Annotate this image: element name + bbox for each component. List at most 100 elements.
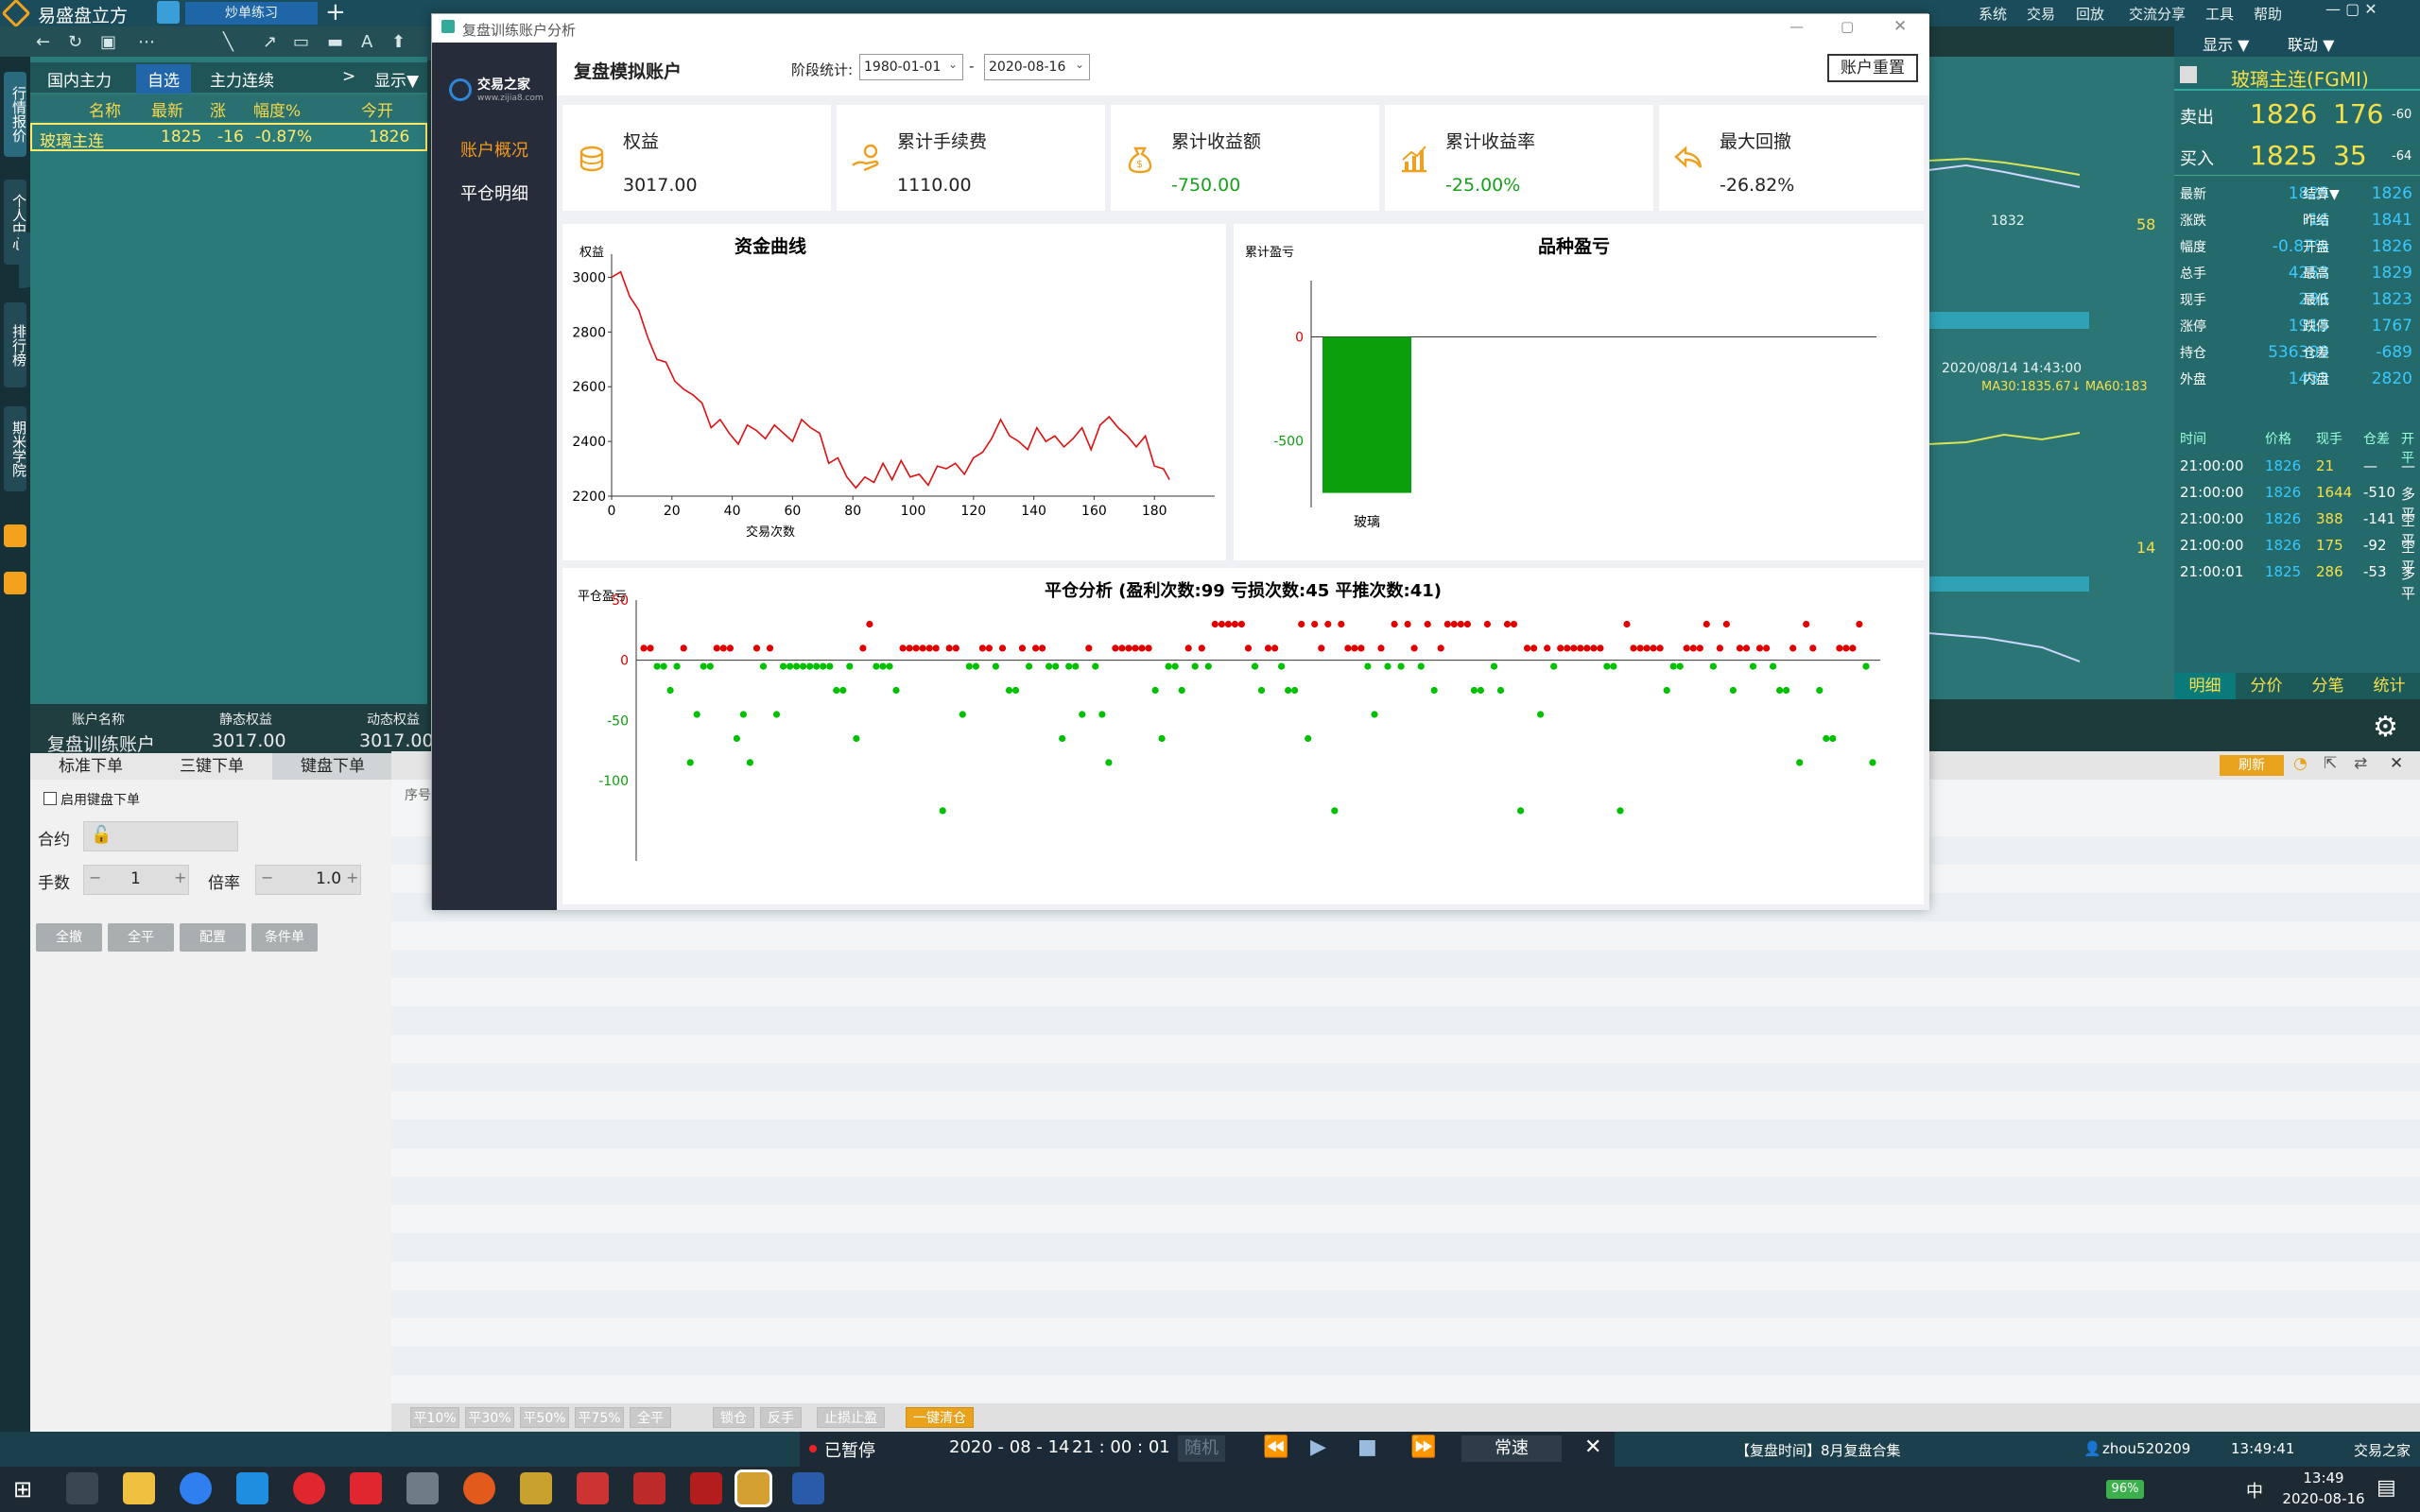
lock-position-button[interactable]: 锁仓: [713, 1407, 754, 1428]
ime-indicator[interactable]: 中: [2246, 1478, 2263, 1503]
more-arrow[interactable]: >: [342, 67, 355, 86]
line-tool-icon[interactable]: ╲: [223, 32, 233, 52]
arrow-up-icon[interactable]: ⬆: [391, 32, 406, 52]
trading-app-icon[interactable]: [520, 1472, 552, 1504]
taskbar-date[interactable]: 2020-08-16: [2274, 1490, 2373, 1507]
rewind-icon[interactable]: ⏪: [1263, 1435, 1288, 1459]
browser-app-icon[interactable]: [463, 1472, 495, 1504]
tab-favorites[interactable]: 自选: [136, 64, 191, 94]
calculator-icon[interactable]: [406, 1472, 439, 1504]
account-reset-button[interactable]: 账户重置: [1827, 54, 1918, 82]
close-all-button[interactable]: 全平: [108, 923, 174, 952]
alert-icon[interactable]: [4, 524, 26, 547]
audio-app-icon[interactable]: [350, 1472, 382, 1504]
watchlist-row[interactable]: 玻璃主连 1825 -16 -0.87% 1826: [30, 123, 427, 151]
settings-gear-icon[interactable]: ⚙: [2373, 711, 2407, 745]
file-explorer-icon[interactable]: [123, 1472, 155, 1504]
refresh-icon[interactable]: ↻: [68, 32, 82, 52]
col-last[interactable]: 最新: [151, 97, 183, 121]
vtab-academy[interactable]: 期米学院: [4, 406, 27, 491]
tab-three-key-order[interactable]: 三键下单: [151, 753, 272, 780]
word-icon[interactable]: [792, 1472, 824, 1504]
close-30-button[interactable]: 平30%: [465, 1407, 514, 1428]
clock-app-icon[interactable]: [180, 1472, 212, 1504]
multiplier-plus-icon[interactable]: +: [346, 868, 358, 886]
display-dropdown[interactable]: 显示▼: [374, 67, 419, 91]
monitor-icon[interactable]: [4, 572, 26, 594]
col-change[interactable]: 涨: [210, 97, 226, 121]
dialog-close-icon[interactable]: ✕: [1893, 17, 1907, 36]
wh-app-icon[interactable]: [633, 1472, 666, 1504]
lots-value[interactable]: 1: [130, 869, 141, 888]
save-icon[interactable]: ▣: [100, 32, 116, 52]
tab-keyboard-order[interactable]: 键盘下单: [272, 753, 393, 780]
new-tab-icon[interactable]: +: [325, 0, 346, 26]
fast-forward-icon[interactable]: ⏩: [1410, 1435, 1436, 1459]
stop-icon[interactable]: ■: [1357, 1435, 1377, 1459]
back-icon[interactable]: ←: [36, 32, 50, 52]
rect-tool-icon[interactable]: ▭: [293, 32, 309, 52]
end-date-chevron-icon[interactable]: ⌄: [1075, 58, 1084, 71]
reverse-button[interactable]: 反手: [760, 1407, 802, 1428]
close-10-button[interactable]: 平10%: [410, 1407, 459, 1428]
dialog-maximize-icon[interactable]: ▢: [1841, 18, 1854, 35]
lots-plus-icon[interactable]: +: [174, 868, 186, 886]
pie-icon[interactable]: ◔: [2293, 754, 2308, 773]
random-button[interactable]: 随机: [1178, 1435, 1225, 1462]
keyboard-order-checkbox[interactable]: [43, 792, 57, 805]
windows-start-icon[interactable]: ⊞: [13, 1476, 32, 1503]
replay-date[interactable]: 2020 - 08 - 14: [949, 1437, 1070, 1457]
close-replay-icon[interactable]: ✕: [1584, 1435, 1601, 1459]
start-date-chevron-icon[interactable]: ⌄: [948, 58, 958, 71]
vtab-ranking[interactable]: 排行榜: [4, 302, 27, 387]
edge-icon[interactable]: [236, 1472, 268, 1504]
task-view-icon[interactable]: [66, 1472, 98, 1504]
config-button[interactable]: 配置: [180, 923, 246, 952]
tab-detail[interactable]: 明细: [2174, 673, 2236, 699]
multiplier-minus-icon[interactable]: −: [261, 868, 273, 886]
chart-app-icon[interactable]: [690, 1472, 722, 1504]
link-menu[interactable]: 联动 ▼: [2288, 32, 2334, 55]
close-50-button[interactable]: 平50%: [520, 1407, 569, 1428]
netease-music-icon[interactable]: [293, 1472, 325, 1504]
text-tool-icon[interactable]: A: [361, 32, 372, 52]
seq-header[interactable]: 序号: [405, 785, 431, 804]
close-all-small-button[interactable]: 全平: [630, 1407, 671, 1428]
menu-share[interactable]: 交流分享: [2129, 4, 2186, 24]
lots-minus-icon[interactable]: −: [89, 868, 101, 886]
panel-close-icon[interactable]: ✕: [2390, 754, 2403, 773]
bid-row[interactable]: 买入 1825 35 -64: [2174, 138, 2420, 176]
active-trading-app-icon[interactable]: [735, 1469, 772, 1507]
ask-row[interactable]: 卖出 1826 176 -60: [2174, 96, 2420, 134]
vtab-quotes[interactable]: 行情报价: [4, 72, 27, 157]
minus-icon[interactable]: [2180, 66, 2197, 83]
tab-domestic-main[interactable]: 国内主力: [47, 67, 112, 91]
dialog-minimize-icon[interactable]: —: [1789, 18, 1804, 35]
taskbar-time[interactable]: 13:49: [2286, 1469, 2361, 1486]
tab-continuous[interactable]: 主力连续: [210, 67, 274, 91]
red-app-icon[interactable]: [577, 1472, 609, 1504]
popout-icon[interactable]: ⇱: [2324, 754, 2337, 773]
col-name[interactable]: 名称: [89, 97, 121, 121]
col-pct[interactable]: 幅度%: [253, 97, 301, 121]
lock-icon[interactable]: 🔓: [91, 825, 112, 845]
tab-ticks[interactable]: 分笔: [2297, 673, 2359, 699]
battery-badge[interactable]: 96%: [2106, 1480, 2144, 1499]
menu-help[interactable]: 帮助: [2254, 4, 2282, 24]
tab-stats[interactable]: 统计: [2359, 673, 2420, 699]
menu-system[interactable]: 系统: [1979, 4, 2007, 24]
multiplier-value[interactable]: 1.0: [316, 869, 341, 888]
speed-select[interactable]: 常速: [1461, 1435, 1562, 1462]
close-75-button[interactable]: 平75%: [575, 1407, 624, 1428]
tab-practice[interactable]: 炒单练习: [185, 2, 318, 25]
nav-close-details[interactable]: 平仓明细: [432, 180, 557, 205]
menu-trade[interactable]: 交易: [2027, 4, 2055, 24]
menu-replay[interactable]: 回放: [2076, 4, 2104, 24]
nav-account-overview[interactable]: 账户概况: [432, 137, 557, 162]
replay-time[interactable]: 21 : 00 : 01: [1072, 1437, 1170, 1457]
tab-price-dist[interactable]: 分价: [2236, 673, 2297, 699]
col-open[interactable]: 今开: [361, 97, 393, 121]
menu-tools[interactable]: 工具: [2205, 4, 2234, 24]
play-icon[interactable]: ▶: [1310, 1435, 1326, 1459]
conditional-order-button[interactable]: 条件单: [251, 923, 318, 952]
